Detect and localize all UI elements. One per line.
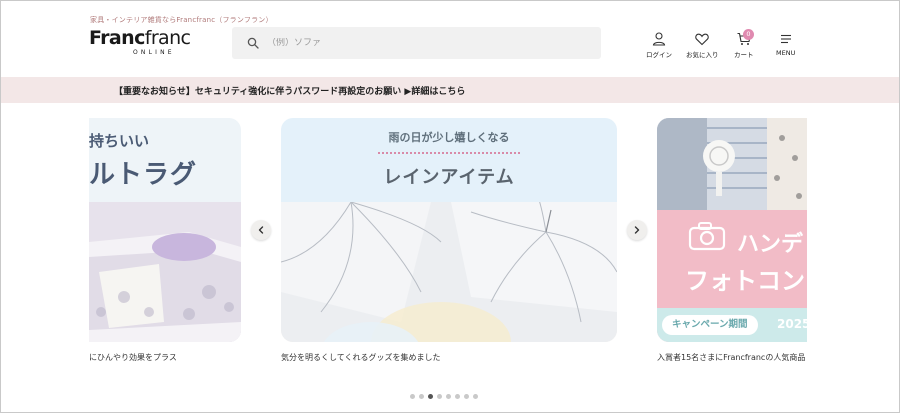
camera-icon [688, 222, 726, 251]
slide-1-caption[interactable]: にひんやり効果をプラス [89, 352, 241, 363]
carousel-next-button[interactable] [627, 220, 647, 240]
carousel-dot[interactable] [437, 394, 442, 399]
search-bar[interactable] [232, 27, 601, 59]
carousel-dot[interactable] [428, 394, 433, 399]
menu-button[interactable]: MENU [776, 31, 795, 57]
site-tagline: 家具・インテリア雑貨ならFrancfranc（フランフラン） [90, 16, 273, 24]
notice-link[interactable]: 【重要なお知らせ】セキュリティ強化に伴うパスワード再設定のお願い ▶詳細はこちら [114, 84, 465, 97]
hero-carousel: 持ちいい ルトラグ 雨の日が少し嬉しくなる レインアイテム ハンデ フォトコン … [0, 103, 900, 413]
slide-2-header: 雨の日が少し嬉しくなる レインアイテム [281, 118, 617, 202]
slide-1-title-line2: ルトラグ [89, 160, 198, 190]
logo-wordmark-bold: Franc [89, 27, 145, 49]
photo-contest-collage [657, 118, 807, 210]
carousel-pagination [410, 394, 478, 399]
slide-3-title-line1: ハンデ [737, 232, 804, 257]
francfranc-logo[interactable]: Francfranc ONLINE [89, 27, 199, 59]
slide-1-title-line1: 持ちいい [89, 132, 150, 150]
slide-3-caption[interactable]: 入賞者15名さまにFrancfrancの人気商品 [657, 352, 807, 363]
notice-bar: 【重要なお知らせ】セキュリティ強化に伴うパスワード再設定のお願い ▶詳細はこちら [1, 77, 899, 103]
slide-3-title-line2: フォトコン [685, 267, 805, 295]
login-label: ログイン [646, 51, 672, 59]
slide-2-caption[interactable]: 気分を明るくしてくれるグッズを集めました [281, 352, 617, 363]
carousel-dot[interactable] [419, 394, 424, 399]
carousel-dot[interactable] [446, 394, 451, 399]
search-icon[interactable] [247, 37, 259, 49]
slide-2-title-line1: 雨の日が少し嬉しくなる [388, 131, 510, 144]
cart-count-badge: 0 [743, 29, 754, 40]
campaign-year: 2025 [777, 317, 807, 331]
carousel-dot[interactable] [473, 394, 478, 399]
carousel-slide-3[interactable]: ハンデ フォトコン キャンペーン期間 2025 [657, 118, 807, 342]
bedroom-illustration [89, 202, 241, 342]
logo-subtitle: ONLINE [133, 49, 175, 56]
cart-label: カート [734, 51, 754, 59]
logo-wordmark-thin: franc [144, 27, 191, 49]
user-icon [652, 32, 666, 46]
carousel-dot[interactable] [410, 394, 415, 399]
carousel-slide-1[interactable]: 持ちいい ルトラグ [89, 118, 241, 342]
slide-1-header: 持ちいい ルトラグ [89, 118, 241, 202]
favorites-button[interactable]: お気に入り [686, 31, 719, 59]
chevron-left-icon [258, 226, 264, 234]
chevron-right-icon [634, 226, 640, 234]
slide-3-photo [657, 118, 807, 210]
carousel-prev-button[interactable] [251, 220, 271, 240]
logo-wordmark: Francfranc [89, 27, 199, 49]
heart-icon [695, 33, 709, 46]
menu-label: MENU [776, 49, 796, 57]
campaign-period-pill: キャンペーン期間 [662, 315, 758, 335]
slide-2-title-line2: レインアイテム [383, 167, 515, 188]
slide-2-umbrella-image [281, 191, 617, 342]
carousel-dot[interactable] [455, 394, 460, 399]
carousel-dot[interactable] [464, 394, 469, 399]
login-button[interactable]: ログイン [646, 31, 672, 59]
cart-button[interactable]: 0 カート [734, 29, 754, 59]
carousel-slide-2[interactable]: 雨の日が少し嬉しくなる レインアイテム [281, 118, 617, 342]
slide-1-bedroom-image [89, 202, 241, 342]
hamburger-menu-icon [780, 34, 791, 44]
search-input[interactable] [267, 38, 567, 48]
umbrella-illustration [281, 191, 617, 342]
slide-2-dotted-divider [378, 152, 520, 154]
favorites-label: お気に入り [686, 51, 719, 59]
